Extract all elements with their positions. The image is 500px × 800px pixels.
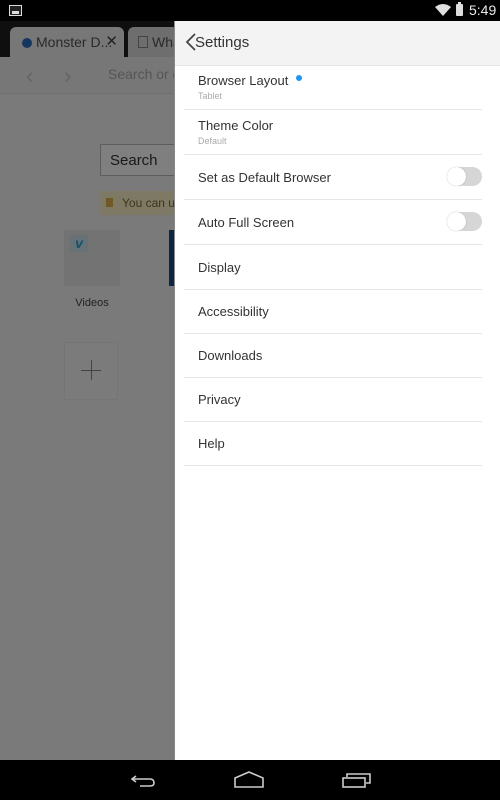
setting-accessibility[interactable]: Accessibility: [184, 290, 482, 334]
dim-overlay[interactable]: [0, 21, 174, 760]
setting-display[interactable]: Display: [184, 245, 482, 290]
auto-full-screen-toggle[interactable]: [447, 212, 482, 231]
setting-label: Set as Default Browser: [198, 170, 331, 185]
setting-label: Browser Layout: [198, 73, 289, 88]
setting-label: Help: [198, 436, 225, 451]
notification-image-icon: [9, 5, 22, 16]
setting-label: Theme Color: [198, 118, 274, 133]
setting-help[interactable]: Help: [184, 422, 482, 466]
settings-title: Settings: [195, 34, 250, 51]
home-icon[interactable]: [234, 768, 264, 792]
back-icon[interactable]: [128, 768, 158, 792]
setting-label: Downloads: [198, 348, 263, 363]
recents-icon[interactable]: [342, 768, 372, 792]
setting-label: Privacy: [198, 392, 241, 407]
status-bar: 5:49: [0, 0, 500, 21]
setting-theme-color[interactable]: Theme Color Default: [184, 110, 482, 155]
setting-label: Auto Full Screen: [198, 215, 295, 230]
setting-auto-full-screen[interactable]: Auto Full Screen: [184, 200, 482, 245]
setting-label: Accessibility: [198, 304, 269, 319]
setting-browser-layout[interactable]: Browser Layout Tablet: [184, 65, 482, 110]
setting-downloads[interactable]: Downloads: [184, 334, 482, 378]
wifi-icon: [435, 4, 451, 16]
new-badge-dot: [296, 75, 303, 81]
clock: 5:49: [469, 2, 497, 18]
default-browser-toggle[interactable]: [447, 167, 482, 186]
system-nav-bar: [0, 760, 500, 800]
setting-value: Tablet: [198, 91, 223, 101]
setting-label: Display: [198, 260, 241, 275]
setting-value: Default: [198, 136, 227, 146]
setting-privacy[interactable]: Privacy: [184, 378, 482, 422]
battery-icon: [456, 2, 463, 16]
settings-panel: Settings Browser Layout Tablet Theme Col…: [174, 21, 500, 760]
setting-default-browser[interactable]: Set as Default Browser: [184, 155, 482, 200]
settings-header: Settings: [175, 21, 500, 66]
